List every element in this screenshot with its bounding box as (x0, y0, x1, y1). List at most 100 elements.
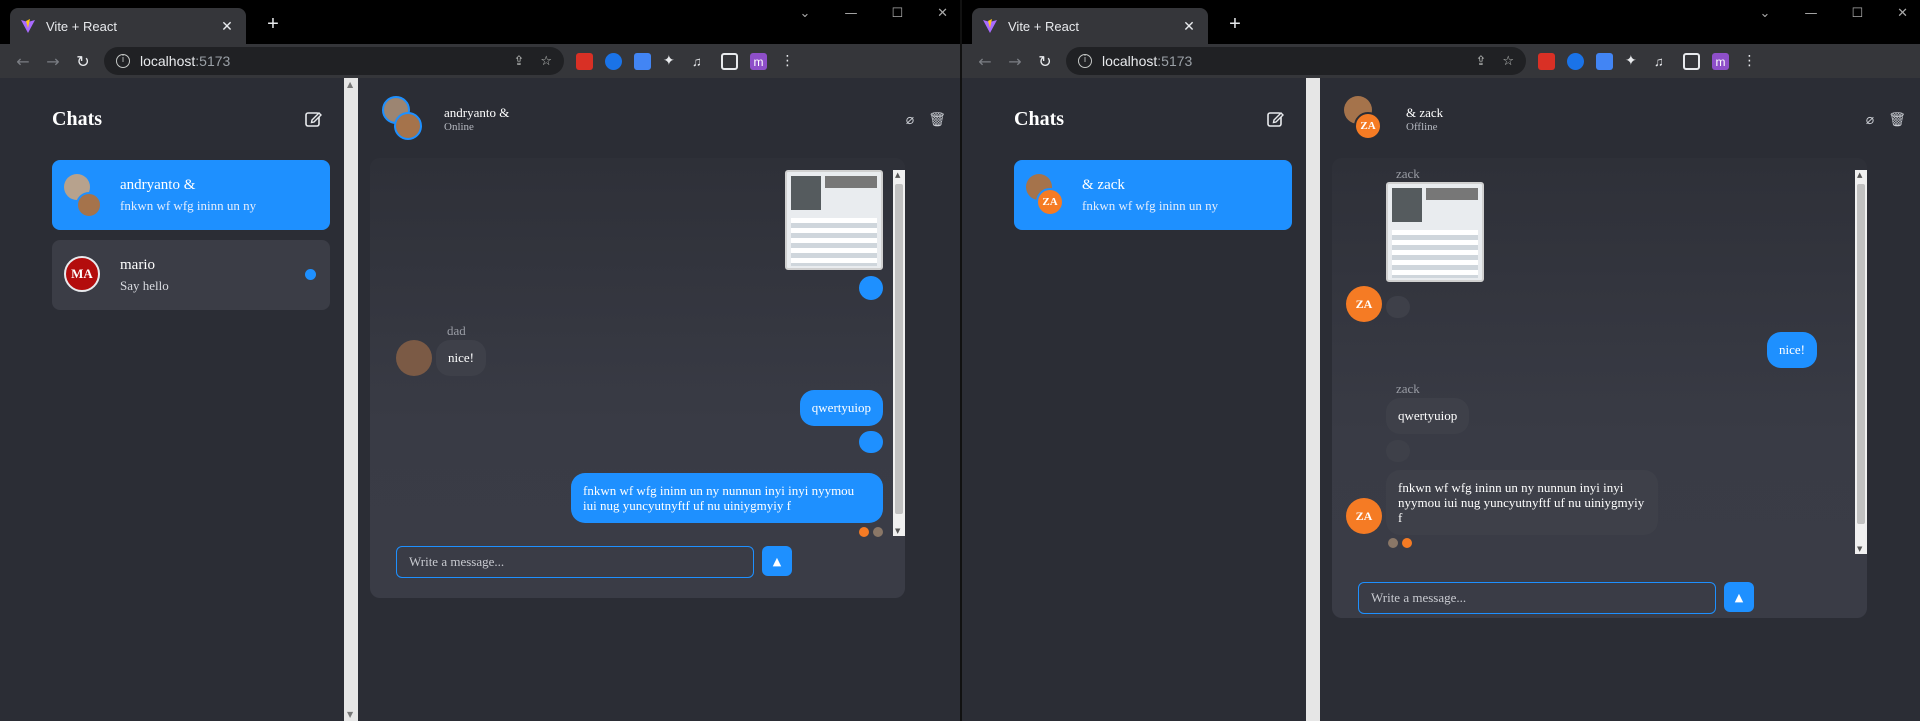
forward-icon[interactable]: → (38, 52, 68, 71)
browser-tab[interactable]: Vite + React ✕ (972, 8, 1208, 44)
reload-icon[interactable]: ↻ (1030, 52, 1060, 71)
maximize-icon[interactable]: ☐ (1851, 6, 1863, 21)
omnibox[interactable]: i localhost:5173 ⇪ ☆ (104, 47, 564, 75)
translate-icon[interactable] (1596, 52, 1613, 70)
send-icon: ▲ (772, 554, 782, 568)
address-toolbar: ← → ↻ i localhost:5173 ⇪ ☆ ✦ ♫ m ⋮ (962, 44, 1920, 78)
close-window-icon[interactable]: ✕ (937, 6, 948, 21)
info-icon[interactable]: i (116, 54, 130, 68)
sidebar-icon[interactable] (721, 52, 738, 70)
message-input[interactable] (396, 546, 754, 578)
tab-close-icon[interactable]: ✕ (218, 18, 236, 35)
chat-list-item[interactable]: ZA & zack fnkwn wf wfg ininn un ny (1014, 160, 1292, 230)
sidebar-scrollbar[interactable] (1306, 78, 1320, 721)
read-receipt-avatar (1402, 538, 1412, 548)
address-toolbar: ← → ↻ i localhost:5173 ⇪ ☆ ✦ ♫ m ⋮ (0, 44, 960, 78)
message-input[interactable] (1358, 582, 1716, 614)
scroll-up-icon[interactable]: ▲ (347, 80, 353, 89)
card-header (825, 176, 877, 188)
unread-indicator (305, 269, 316, 280)
send-button[interactable]: ▲ (1724, 582, 1754, 612)
empty-out-bubble (859, 276, 883, 300)
sidebar-scrollbar[interactable]: ▲ ▼ (344, 78, 358, 721)
chat-panel: andryanto & Online ⌀ 🗑 dad nice! qwertyu… (358, 78, 960, 721)
tab-close-icon[interactable]: ✕ (1180, 18, 1198, 35)
message-list[interactable]: dad nice! qwertyuiop fnkwn wf wfg ininn … (370, 168, 883, 538)
card-thumbnail (1392, 188, 1422, 222)
scroll-up-icon[interactable]: ▲ (895, 171, 900, 179)
extensions-bar: ✦ ♫ m ⋮ (1538, 52, 1758, 70)
extension-camera-icon[interactable] (1567, 52, 1584, 70)
send-button[interactable]: ▲ (762, 546, 792, 576)
url-port: :5173 (1157, 53, 1193, 69)
scroll-thumb[interactable] (895, 184, 903, 514)
extension-red-icon[interactable] (1538, 52, 1555, 70)
chat-status: Offline (1406, 121, 1438, 133)
scroll-down-icon[interactable]: ▼ (347, 710, 353, 719)
chat-name: mario (120, 256, 155, 273)
chat-list-item[interactable]: MA mario Say hello (52, 240, 330, 310)
puzzle-icon[interactable]: ✦ (663, 53, 680, 70)
profile-avatar[interactable]: m (750, 52, 767, 70)
omnibox[interactable]: i localhost:5173 ⇪ ☆ (1066, 47, 1526, 75)
tab-strip: Vite + React ✕ + ⌄ — ☐ ✕ (962, 0, 1920, 44)
scroll-down-icon[interactable]: ▼ (1857, 545, 1862, 553)
menu-icon[interactable]: ⋮ (779, 53, 796, 70)
compose-icon[interactable] (1266, 110, 1284, 128)
attachment-icon[interactable]: ⌀ (906, 112, 914, 128)
scroll-thumb[interactable] (1857, 184, 1865, 524)
forward-icon[interactable]: → (1000, 52, 1030, 71)
sidebar: Chats andryanto & fnkwn wf wfg ininn un … (0, 78, 344, 721)
tab-title: Vite + React (46, 18, 117, 34)
app-root: Chats andryanto & fnkwn wf wfg ininn un … (0, 78, 960, 721)
maximize-icon[interactable]: ☐ (891, 6, 903, 21)
close-window-icon[interactable]: ✕ (1897, 6, 1908, 21)
url-host: localhost (1102, 53, 1158, 69)
scroll-up-icon[interactable]: ▲ (1857, 171, 1862, 179)
info-icon[interactable]: i (1078, 54, 1092, 68)
card-table (791, 218, 877, 266)
trash-icon[interactable]: 🗑 (928, 112, 946, 128)
minimize-icon[interactable]: — (844, 6, 857, 21)
extension-camera-icon[interactable] (605, 52, 622, 70)
sidebar-title: Chats (1014, 107, 1065, 130)
star-icon[interactable]: ☆ (540, 54, 552, 69)
chat-status: Online (444, 121, 474, 133)
translate-icon[interactable] (634, 52, 651, 70)
menu-icon[interactable]: ⋮ (1741, 53, 1758, 70)
app-root: Chats ZA & zack fnkwn wf wfg ininn un ny (962, 78, 1920, 721)
scroll-down-icon[interactable]: ▼ (895, 527, 900, 535)
extension-red-icon[interactable] (576, 52, 593, 70)
compose-icon[interactable] (304, 110, 322, 128)
new-tab-button[interactable]: + (262, 13, 284, 36)
avatar-initials: ZA (1036, 188, 1064, 216)
attachment-icon[interactable]: ⌀ (1866, 112, 1874, 128)
chat-name: andryanto & (120, 176, 196, 193)
back-icon[interactable]: ← (970, 52, 1000, 71)
messages-scrollbar[interactable]: ▲ ▼ (1855, 170, 1867, 554)
chat-list-item[interactable]: andryanto & fnkwn wf wfg ininn un ny (52, 160, 330, 230)
chat-preview: fnkwn wf wfg ininn un ny (120, 197, 257, 213)
profile-avatar[interactable]: m (1712, 52, 1729, 70)
tab-search-icon[interactable]: ⌄ (1760, 6, 1771, 21)
back-icon[interactable]: ← (8, 52, 38, 71)
tab-search-icon[interactable]: ⌄ (800, 6, 811, 21)
trash-icon[interactable]: 🗑 (1888, 112, 1906, 128)
new-tab-button[interactable]: + (1224, 13, 1246, 36)
message-list[interactable]: zack ZA nice! zack qwertyuiop fnkwn wf w… (1332, 168, 1845, 578)
minimize-icon[interactable]: — (1804, 6, 1817, 21)
share-icon[interactable]: ⇪ (1475, 54, 1486, 69)
sidebar-icon[interactable] (1683, 52, 1700, 70)
media-icon[interactable]: ♫ (1654, 53, 1671, 70)
avatar-cookie (76, 192, 102, 218)
image-message[interactable] (1386, 182, 1484, 282)
image-message[interactable] (785, 170, 883, 270)
star-icon[interactable]: ☆ (1502, 54, 1514, 69)
reload-icon[interactable]: ↻ (68, 52, 98, 71)
media-icon[interactable]: ♫ (692, 53, 709, 70)
browser-tab[interactable]: Vite + React ✕ (10, 8, 246, 44)
share-icon[interactable]: ⇪ (513, 54, 524, 69)
messages-scrollbar[interactable]: ▲ ▼ (893, 170, 905, 536)
puzzle-icon[interactable]: ✦ (1625, 53, 1642, 70)
group-avatar (64, 174, 102, 218)
